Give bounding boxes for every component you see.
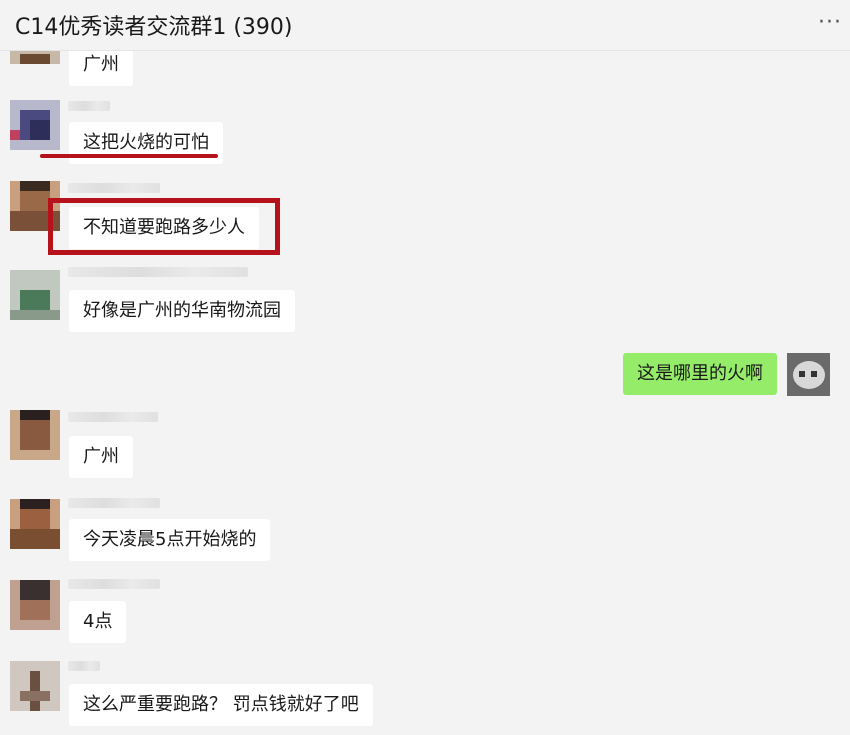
avatar[interactable] <box>10 270 60 320</box>
avatar[interactable] <box>10 661 60 711</box>
sender-name-blurred <box>68 579 160 589</box>
chat-title: C14优秀读者交流群1 (390) <box>15 15 293 40</box>
sender-name-blurred <box>68 183 160 193</box>
avatar[interactable] <box>10 410 60 460</box>
avatar[interactable] <box>787 353 830 396</box>
message-bubble: 4点 <box>69 601 127 643</box>
sender-name-blurred <box>68 412 158 422</box>
message-bubble: 广州 <box>69 51 133 86</box>
message-bubble: 好像是广州的华南物流园 <box>69 290 295 332</box>
message-bubble: 今天凌晨5点开始烧的 <box>69 519 271 561</box>
sender-name-blurred <box>68 661 100 671</box>
avatar[interactable] <box>10 499 60 549</box>
message-bubble: 这么严重要跑路？ 罚点钱就好了吧 <box>69 684 373 726</box>
chat-header: C14优秀读者交流群1 (390) ··· <box>0 0 850 51</box>
annotation-box <box>48 198 280 255</box>
more-horizontal-icon[interactable]: ··· <box>818 12 842 34</box>
avatar[interactable] <box>10 51 60 64</box>
message-list[interactable]: 广州 这把火烧的可怕 不知道要跑路多少人 好像是广州的华南物流园 这是哪里的火啊… <box>0 51 850 735</box>
avatar[interactable] <box>10 580 60 630</box>
sender-name-blurred <box>68 101 110 111</box>
message-bubble: 广州 <box>69 436 133 478</box>
sender-name-blurred <box>68 498 160 508</box>
avatar[interactable] <box>10 100 60 150</box>
message-bubble-self: 这是哪里的火啊 <box>623 353 777 395</box>
sender-name-blurred <box>68 267 248 277</box>
annotation-underline <box>40 154 218 158</box>
